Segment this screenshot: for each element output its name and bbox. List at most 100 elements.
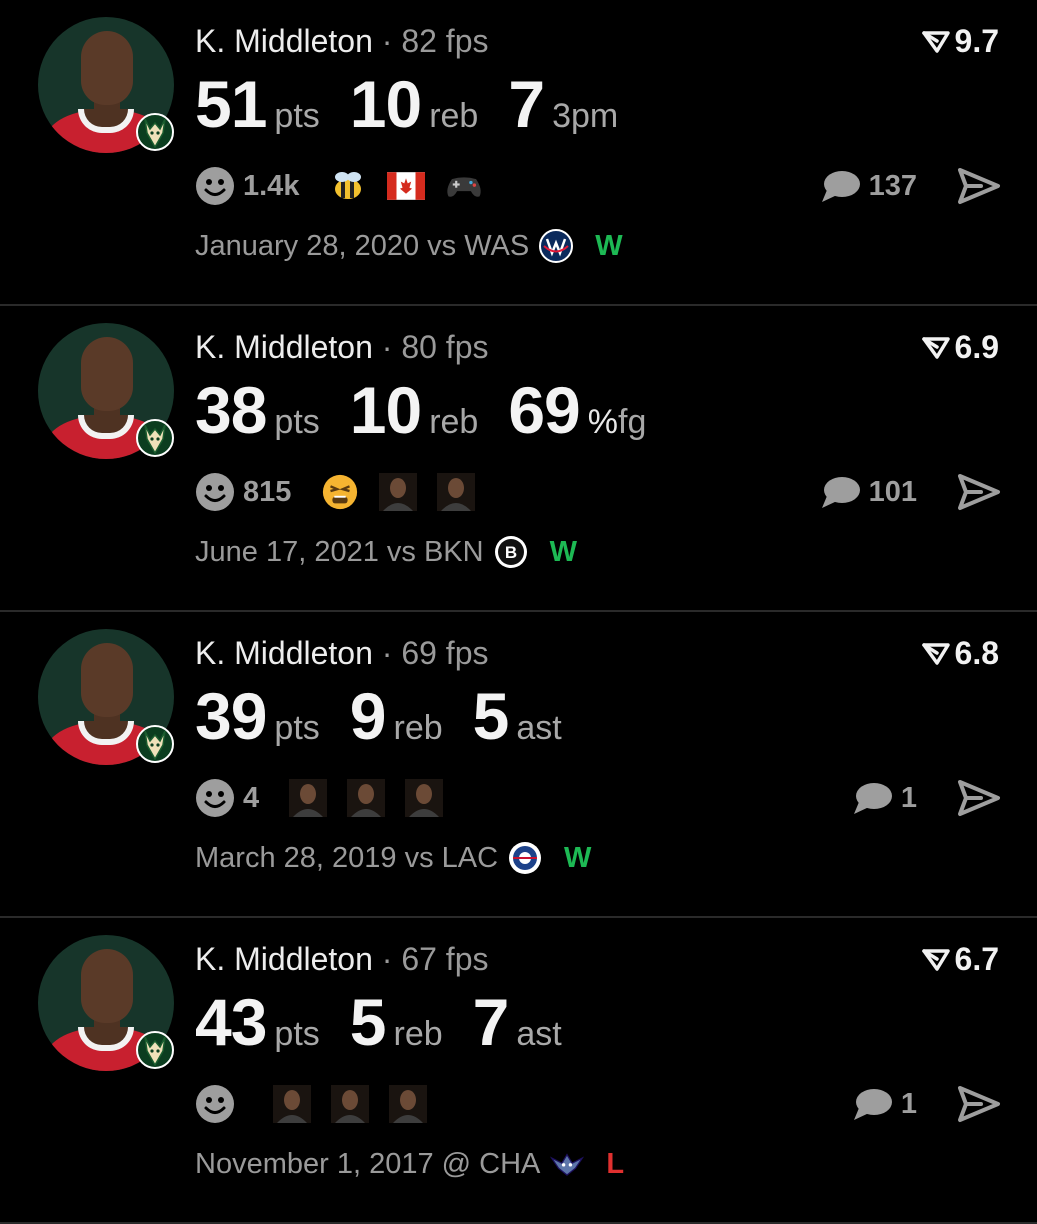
stat-value: 69 <box>508 373 580 447</box>
comment-bubble-icon <box>853 1089 892 1120</box>
fps-score: 80 fps <box>401 329 489 365</box>
player-name[interactable]: K. Middleton <box>195 635 373 671</box>
stat-3pm: 7 3pm <box>508 66 618 142</box>
player-name[interactable]: K. Middleton <box>195 941 373 977</box>
player-avatar[interactable] <box>38 17 174 153</box>
player-avatar[interactable] <box>38 629 174 765</box>
bucks-logo-icon <box>136 113 174 151</box>
player-avatar[interactable] <box>38 935 174 1071</box>
stat-pts: 39 pts <box>195 678 320 754</box>
photo-sticker-icon[interactable] <box>289 779 328 817</box>
fps-score: 67 fps <box>401 941 489 977</box>
post-card-2[interactable]: K. Middleton · 80 fps 6.9 38 pts 10 reb 69 %f… <box>0 306 1037 612</box>
rating-value: 6.7 <box>954 941 999 977</box>
stat-unit: pts <box>274 97 320 135</box>
game-info[interactable]: November 1, 2017 @ CHA L <box>195 1147 624 1181</box>
game-date-opponent: January 28, 2020 vs WAS <box>195 229 530 262</box>
tired-face-emoji-icon[interactable] <box>321 473 359 511</box>
separator-dot: · <box>381 635 393 671</box>
stat-line: 51 pts 10 reb 7 3pm <box>195 66 648 142</box>
rating-arrow-icon <box>921 30 950 53</box>
photo-sticker-icon[interactable] <box>331 1085 369 1123</box>
post-card-3[interactable]: K. Middleton · 69 fps 6.8 39 pts 9 reb 5 ast … <box>0 612 1037 918</box>
post-card-1[interactable]: K. Middleton · 82 fps 9.7 51 pts 10 reb 7 3pm… <box>0 0 1037 306</box>
reaction-stickers <box>289 779 463 817</box>
stat-unit: pts <box>274 403 320 441</box>
stat-value: 38 <box>195 373 267 447</box>
smiley-icon <box>196 779 234 817</box>
reactions-button[interactable]: 1.4k <box>195 166 299 206</box>
canada-flag-emoji-icon[interactable] <box>387 167 426 205</box>
bee-emoji-icon[interactable] <box>329 167 367 205</box>
reactions-button[interactable] <box>195 1084 243 1124</box>
share-icon[interactable] <box>957 778 1001 818</box>
reactions-row: 1.4k <box>195 164 503 208</box>
stat-fg: 69 %fg <box>508 372 646 448</box>
stat-unit: reb <box>429 403 479 441</box>
reaction-count: 1.4k <box>243 169 300 202</box>
reaction-stickers <box>321 473 495 511</box>
comment-bubble-icon <box>821 171 860 202</box>
game-controller-emoji-icon[interactable] <box>445 167 483 205</box>
rating-badge[interactable]: 9.7 <box>921 23 999 60</box>
stat-value: 7 <box>508 67 545 141</box>
stat-value: 39 <box>195 679 267 753</box>
bucks-logo-icon <box>136 419 174 457</box>
comments-button[interactable]: 1 <box>851 1082 917 1126</box>
post-card-4[interactable]: K. Middleton · 67 fps 6.7 43 pts 5 reb 7 ast <box>0 918 1037 1224</box>
clippers-logo-icon <box>508 841 542 875</box>
rating-value: 6.8 <box>954 635 999 671</box>
comment-count: 1 <box>900 781 917 814</box>
smiley-icon <box>196 167 234 205</box>
stat-line: 38 pts 10 reb 69 %fg <box>195 372 676 448</box>
rating-badge[interactable]: 6.8 <box>921 635 999 672</box>
reactions-button[interactable]: 4 <box>195 778 259 818</box>
stat-ast: 7 ast <box>473 984 562 1060</box>
game-info[interactable]: January 28, 2020 vs WAS W <box>195 229 623 263</box>
photo-sticker-icon[interactable] <box>347 779 386 817</box>
photo-sticker-icon[interactable] <box>389 1085 427 1123</box>
game-info[interactable]: March 28, 2019 vs LAC W <box>195 841 591 875</box>
comments-button[interactable]: 1 <box>851 776 917 820</box>
stat-value: 5 <box>472 679 510 753</box>
comments-button[interactable]: 137 <box>819 164 917 208</box>
share-icon[interactable] <box>957 166 1001 206</box>
player-avatar[interactable] <box>38 323 174 459</box>
comment-count: 101 <box>868 475 917 508</box>
stat-value: 43 <box>195 985 267 1059</box>
bucks-logo-icon <box>136 725 174 763</box>
photo-sticker-icon[interactable] <box>273 1085 311 1123</box>
rating-badge[interactable]: 6.7 <box>921 941 999 978</box>
photo-sticker-icon[interactable] <box>437 473 476 511</box>
comments-button[interactable]: 101 <box>819 470 917 514</box>
stat-unit: ast <box>516 1015 562 1053</box>
player-name[interactable]: K. Middleton <box>195 329 373 365</box>
comment-count: 137 <box>868 169 917 202</box>
game-info[interactable]: June 17, 2021 vs BKN B W <box>195 535 577 569</box>
reactions-button[interactable]: 815 <box>195 472 291 512</box>
share-icon[interactable] <box>957 1084 1001 1124</box>
player-name[interactable]: K. Middleton <box>195 23 373 59</box>
photo-sticker-icon[interactable] <box>405 779 444 817</box>
comment-count: 1 <box>900 1087 917 1120</box>
stat-unit: %fg <box>587 403 647 441</box>
stat-unit: 3pm <box>552 97 619 135</box>
stat-unit: pts <box>274 709 320 747</box>
stat-pts: 51 pts <box>195 66 320 142</box>
photo-sticker-icon[interactable] <box>379 473 418 511</box>
fps-score: 69 fps <box>401 635 489 671</box>
smiley-icon <box>196 473 234 511</box>
game-date-opponent: November 1, 2017 @ CHA <box>195 1147 541 1180</box>
separator-dot: · <box>381 23 393 59</box>
stat-reb: 9 reb <box>350 678 443 754</box>
post-header: K. Middleton · 82 fps <box>195 23 488 60</box>
bucks-logo-icon <box>136 1031 174 1069</box>
reaction-count: 815 <box>243 475 292 508</box>
stat-value: 51 <box>195 67 267 141</box>
nets-logo-icon: B <box>494 535 528 569</box>
rating-badge[interactable]: 6.9 <box>921 329 999 366</box>
share-icon[interactable] <box>957 472 1001 512</box>
stat-unit: reb <box>429 97 479 135</box>
stat-value: 5 <box>349 985 387 1059</box>
game-date-opponent: March 28, 2019 vs LAC <box>195 841 499 874</box>
